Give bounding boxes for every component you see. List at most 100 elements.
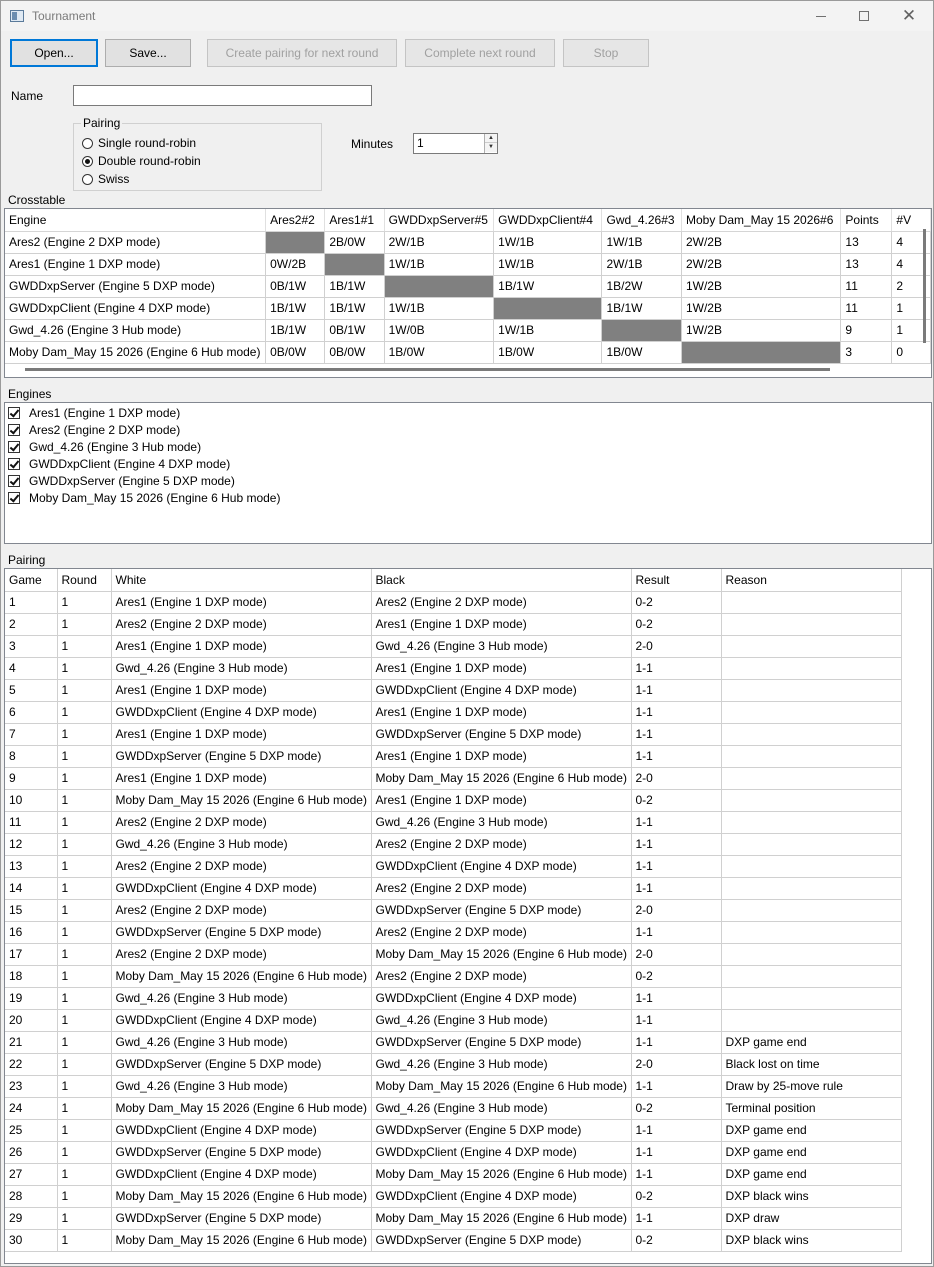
table-row[interactable]: 10 1 Moby Dam_May 15 2026 (Engine 6 Hub mo…	[5, 789, 902, 812]
checkbox-checked-icon[interactable]	[8, 406, 20, 419]
table-row[interactable]: 12 1 Gwd_4.26 (Engine 3 Hub mode) Ares2 (En…	[5, 833, 902, 856]
pairing-cell: GWDDxpServer (Engine 5 DXP mode)	[371, 1229, 632, 1252]
column-header[interactable]: #V	[891, 209, 931, 232]
column-header[interactable]: Game	[5, 569, 58, 592]
minutes-value[interactable]: 1	[417, 136, 424, 150]
table-row[interactable]: 8 1 GWDDxpServer (Engine 5 DXP mode) Ares1 …	[5, 745, 902, 768]
table-row[interactable]: 28 1 Moby Dam_May 15 2026 (Engine 6 Hub mo…	[5, 1185, 902, 1208]
column-header[interactable]: Round	[57, 569, 112, 592]
crosstable-cell: 1W/1B	[493, 231, 603, 254]
column-header[interactable]: Reason	[721, 569, 902, 592]
column-header[interactable]: GWDDxpServer#5	[384, 209, 495, 232]
table-row[interactable]: 2 1 Ares2 (Engine 2 DXP mode) Ares1 (Engine…	[5, 613, 902, 636]
table-row[interactable]: 13 1 Ares2 (Engine 2 DXP mode) GWDDxpClient…	[5, 855, 902, 878]
minutes-spinbox[interactable]: 1 ▲ ▼	[413, 133, 498, 154]
column-header[interactable]: Ares2#2	[265, 209, 326, 232]
table-row[interactable]: 18 1 Moby Dam_May 15 2026 (Engine 6 Hub mo…	[5, 965, 902, 988]
table-row[interactable]: 11 1 Ares2 (Engine 2 DXP mode) Gwd_4.26 (En…	[5, 811, 902, 834]
table-row[interactable]: 14 1 GWDDxpClient (Engine 4 DXP mode) Ares2…	[5, 877, 902, 900]
pairing-cell	[721, 723, 902, 746]
checkbox-checked-icon[interactable]	[8, 491, 20, 504]
pairing-cell: 27	[5, 1163, 58, 1186]
column-header[interactable]: Engine	[5, 209, 267, 232]
crosstable-row[interactable]: GWDDxpServer (Engine 5 DXP mode) 0B/1W 1B/…	[5, 275, 931, 298]
pairing-cell: 1	[57, 1075, 112, 1098]
radio-swiss[interactable]: Swiss	[82, 171, 262, 187]
engine-item[interactable]: Ares1 (Engine 1 DXP mode)	[8, 404, 180, 421]
engine-item[interactable]: GWDDxpClient (Engine 4 DXP mode)	[8, 455, 230, 472]
checkbox-checked-icon[interactable]	[8, 423, 20, 436]
table-row[interactable]: 15 1 Ares2 (Engine 2 DXP mode) GWDDxpServer…	[5, 899, 902, 922]
crosstable-row[interactable]: Moby Dam_May 15 2026 (Engine 6 Hub mode)…	[5, 341, 931, 364]
horizontal-scrollbar[interactable]	[25, 368, 830, 371]
create-pairing-button[interactable]: Create pairing for next round	[207, 39, 397, 67]
crosstable-row[interactable]: Ares1 (Engine 1 DXP mode) 0W/2B 1W/1B 1W/1B…	[5, 253, 931, 276]
table-row[interactable]: 3 1 Ares1 (Engine 1 DXP mode) Gwd_4.26 (Eng…	[5, 635, 902, 658]
spin-down-icon[interactable]: ▼	[485, 143, 497, 152]
crosstable-row[interactable]: GWDDxpClient (Engine 4 DXP mode) 1B/1W 1B/…	[5, 297, 931, 320]
table-row[interactable]: 16 1 GWDDxpServer (Engine 5 DXP mode) Ares2…	[5, 921, 902, 944]
checkbox-checked-icon[interactable]	[8, 474, 20, 487]
engine-item[interactable]: Ares2 (Engine 2 DXP mode)	[8, 421, 180, 438]
vertical-scrollbar[interactable]	[923, 229, 926, 343]
column-header[interactable]: GWDDxpClient#4	[493, 209, 603, 232]
table-row[interactable]: 19 1 Gwd_4.26 (Engine 3 Hub mode) GWDDxpCli…	[5, 987, 902, 1010]
engine-item[interactable]: GWDDxpServer (Engine 5 DXP mode)	[8, 472, 235, 489]
table-row[interactable]: 23 1 Gwd_4.26 (Engine 3 Hub mode) Moby Dam_…	[5, 1075, 902, 1098]
crosstable[interactable]: Engine Ares2#2 Ares1#1 GWDDxpServer#5 GW…	[4, 208, 932, 378]
checkbox-checked-icon[interactable]	[8, 457, 20, 470]
checkbox-checked-icon[interactable]	[8, 440, 20, 453]
crosstable-row[interactable]: Gwd_4.26 (Engine 3 Hub mode) 1B/1W 0B/1W 1W…	[5, 319, 931, 342]
column-header[interactable]: Moby Dam_May 15 2026#6	[681, 209, 842, 232]
spin-up-icon[interactable]: ▲	[485, 134, 497, 143]
table-row[interactable]: 27 1 GWDDxpClient (Engine 4 DXP mode) Moby …	[5, 1163, 902, 1186]
radio-single-round-robin[interactable]: Single round-robin	[82, 135, 262, 151]
radio-double-round-robin[interactable]: Double round-robin	[82, 153, 262, 169]
crosstable-row[interactable]: Ares2 (Engine 2 DXP mode) 2B/0W 2W/1B 1W/1B…	[5, 231, 931, 254]
column-header[interactable]: White	[111, 569, 372, 592]
open-button[interactable]: Open...	[10, 39, 98, 67]
radio-label: Single round-robin	[98, 136, 197, 150]
table-row[interactable]: 26 1 GWDDxpServer (Engine 5 DXP mode) GWDDx…	[5, 1141, 902, 1164]
table-row[interactable]: 5 1 Ares1 (Engine 1 DXP mode) GWDDxpClient …	[5, 679, 902, 702]
complete-next-round-button[interactable]: Complete next round	[405, 39, 555, 67]
pairing-cell: 23	[5, 1075, 58, 1098]
crosstable-cell: 1W/1B	[384, 297, 495, 320]
minimize-button[interactable]	[798, 1, 844, 31]
table-row[interactable]: 30 1 Moby Dam_May 15 2026 (Engine 6 Hub mo…	[5, 1229, 902, 1252]
table-row[interactable]: 4 1 Gwd_4.26 (Engine 3 Hub mode) Ares1 (Eng…	[5, 657, 902, 680]
close-button[interactable]: ✕	[886, 1, 932, 31]
table-row[interactable]: 9 1 Ares1 (Engine 1 DXP mode) Moby Dam_May …	[5, 767, 902, 790]
pairing-cell: Gwd_4.26 (Engine 3 Hub mode)	[111, 657, 372, 680]
pairing-cell: Ares1 (Engine 1 DXP mode)	[111, 635, 372, 658]
maximize-button[interactable]	[841, 1, 887, 31]
table-row[interactable]: 20 1 GWDDxpClient (Engine 4 DXP mode) Gwd_4…	[5, 1009, 902, 1032]
column-header[interactable]: Ares1#1	[324, 209, 385, 232]
save-button[interactable]: Save...	[105, 39, 191, 67]
table-row[interactable]: 7 1 Ares1 (Engine 1 DXP mode) GWDDxpServer …	[5, 723, 902, 746]
stop-button[interactable]: Stop	[563, 39, 649, 67]
table-row[interactable]: 17 1 Ares2 (Engine 2 DXP mode) Moby Dam_May…	[5, 943, 902, 966]
table-row[interactable]: 29 1 GWDDxpServer (Engine 5 DXP mode) Moby …	[5, 1207, 902, 1230]
radio-selected-icon	[82, 155, 93, 167]
table-row[interactable]: 1 1 Ares1 (Engine 1 DXP mode) Ares2 (Engine…	[5, 591, 902, 614]
pairing-cell: 1	[57, 921, 112, 944]
column-header[interactable]: Points	[840, 209, 893, 232]
pairing-cell: 1-1	[631, 833, 722, 856]
table-row[interactable]: 24 1 Moby Dam_May 15 2026 (Engine 6 Hub mo…	[5, 1097, 902, 1120]
table-row[interactable]: 21 1 Gwd_4.26 (Engine 3 Hub mode) GWDDxpSer…	[5, 1031, 902, 1054]
engine-item[interactable]: Moby Dam_May 15 2026 (Engine 6 Hub mode)	[8, 489, 280, 506]
table-row[interactable]: 6 1 GWDDxpClient (Engine 4 DXP mode) Ares1 …	[5, 701, 902, 724]
pairing-table[interactable]: Game Round White Black Result Reason 11A…	[4, 568, 932, 1264]
column-header[interactable]: Black	[371, 569, 632, 592]
title-bar[interactable]: Tournament ✕	[1, 1, 933, 31]
column-header[interactable]: Result	[631, 569, 722, 592]
pairing-cell	[721, 767, 902, 790]
crosstable-cell: 1B/0W	[384, 341, 495, 364]
name-input[interactable]	[73, 85, 372, 106]
pairing-cell: 1	[57, 767, 112, 790]
table-row[interactable]: 25 1 GWDDxpClient (Engine 4 DXP mode) GWDDx…	[5, 1119, 902, 1142]
column-header[interactable]: Gwd_4.26#3	[601, 209, 682, 232]
engine-item[interactable]: Gwd_4.26 (Engine 3 Hub mode)	[8, 438, 201, 455]
table-row[interactable]: 22 1 GWDDxpServer (Engine 5 DXP mode) Gwd_4…	[5, 1053, 902, 1076]
